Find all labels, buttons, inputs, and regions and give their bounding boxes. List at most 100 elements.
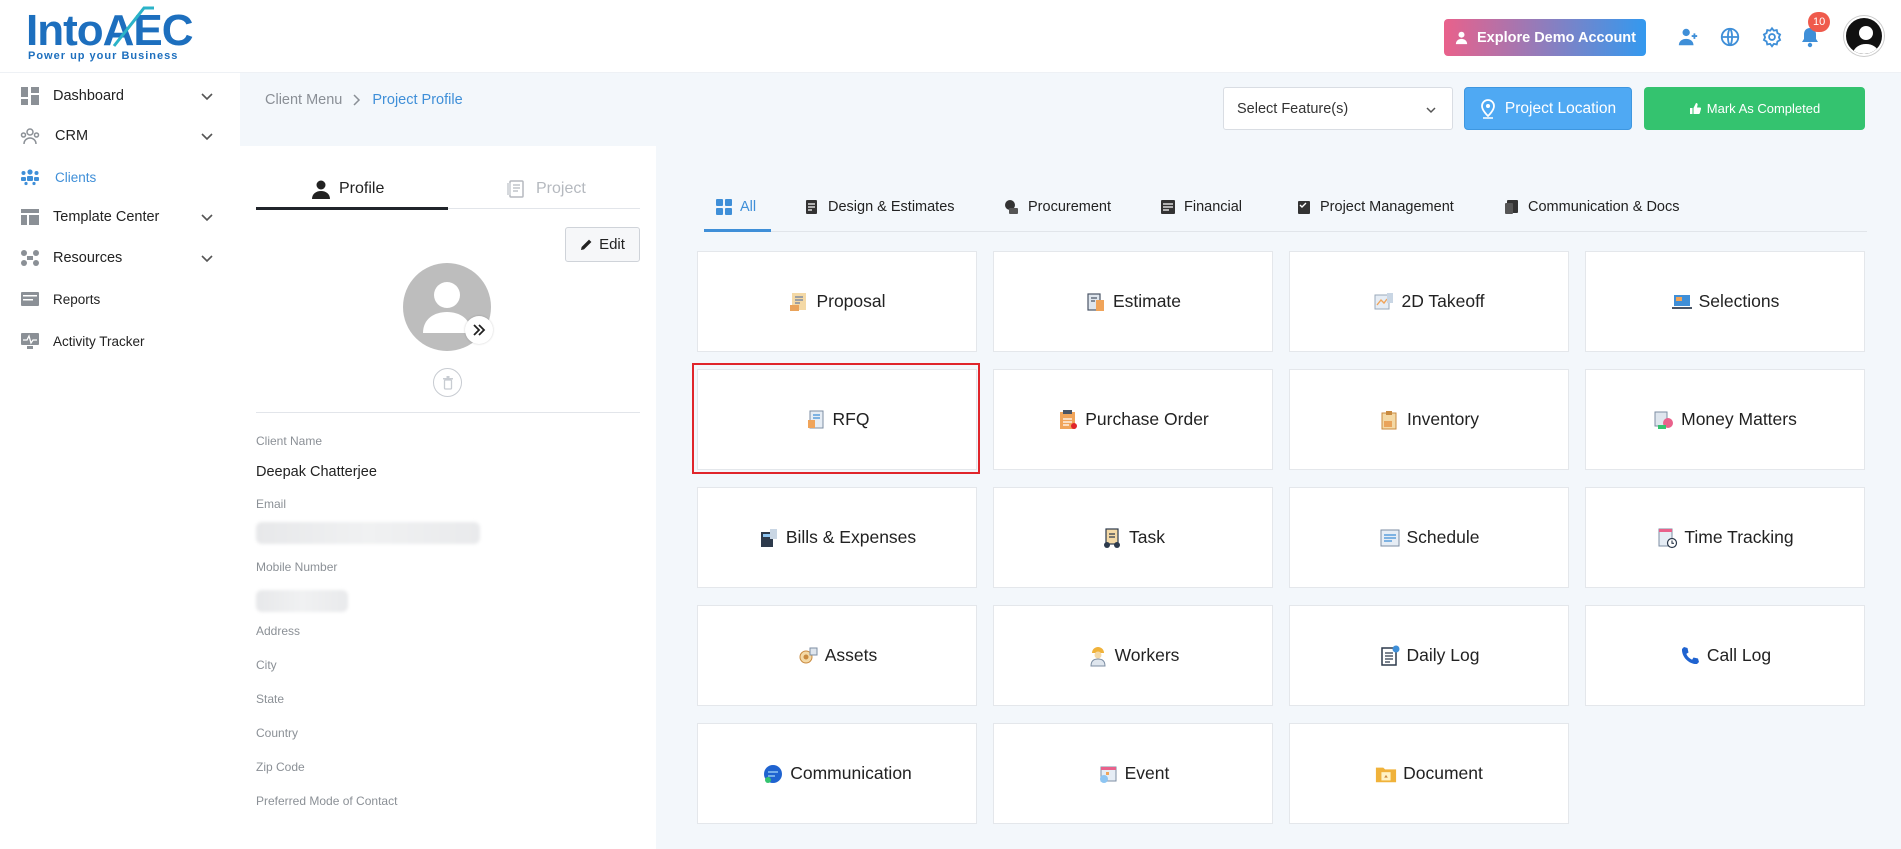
card-label: Schedule — [1406, 527, 1480, 547]
sidebar-item-reports[interactable]: Reports — [0, 279, 240, 319]
tab-label: All — [740, 199, 757, 215]
tab-procurement[interactable]: Procurement — [1004, 186, 1111, 228]
explore-demo-button[interactable]: Explore Demo Account — [1444, 19, 1646, 56]
task-icon — [1101, 527, 1123, 549]
grid-icon — [716, 199, 732, 215]
rfq-icon — [805, 409, 827, 431]
folder-icon — [1375, 763, 1397, 785]
globe-icon[interactable] — [1717, 24, 1743, 50]
estimate-icon — [1085, 291, 1107, 313]
card-bills-expenses[interactable]: Bills & Expenses — [697, 487, 977, 588]
design-icon — [806, 200, 817, 214]
logo-text: Into — [26, 6, 104, 55]
chevron-down-icon — [1426, 107, 1436, 114]
card-purchase-order[interactable]: Purchase Order — [993, 369, 1273, 470]
bills-expenses-icon — [758, 527, 780, 549]
tab-profile[interactable]: Profile — [312, 170, 384, 208]
sidebar-item-label: Resources — [53, 250, 123, 266]
select-feature-dropdown[interactable]: Select Feature(s) — [1223, 87, 1453, 130]
card-event[interactable]: Event — [993, 723, 1273, 824]
workers-icon — [1087, 645, 1109, 667]
communication-icon — [762, 763, 784, 785]
logo-tagline: Power up your Business — [28, 50, 179, 62]
card-label: Proposal — [816, 291, 886, 311]
sidebar-item-resources[interactable]: Resources — [0, 238, 240, 278]
edit-button[interactable]: Edit — [565, 227, 640, 262]
financial-icon — [1161, 200, 1175, 214]
tab-project[interactable]: Project — [507, 170, 586, 208]
sidebar-item-clients[interactable]: Clients — [0, 157, 240, 197]
zip-code-label: Zip Code — [256, 760, 305, 774]
proposal-icon — [788, 291, 810, 313]
card-label: Selections — [1698, 291, 1780, 311]
card-inventory[interactable]: Inventory — [1289, 369, 1569, 470]
tab-design-estimates[interactable]: Design & Estimates — [804, 186, 955, 228]
schedule-icon — [1379, 527, 1401, 549]
card-communication[interactable]: Communication — [697, 723, 977, 824]
sidebar-item-label: Dashboard — [53, 88, 124, 104]
country-label: Country — [256, 726, 299, 740]
card-2d-takeoff[interactable]: 2D Takeoff — [1289, 251, 1569, 352]
sidebar-item-activity-tracker[interactable]: Activity Tracker — [0, 321, 240, 361]
user-avatar[interactable] — [1844, 16, 1884, 56]
purchase-order-icon — [1057, 409, 1079, 431]
card-selections[interactable]: Selections — [1585, 251, 1865, 352]
card-daily-log[interactable]: Daily Log — [1289, 605, 1569, 706]
card-call-log[interactable]: Call Log — [1585, 605, 1865, 706]
tab-project-label: Project — [536, 180, 586, 197]
tab-label: Project Management — [1320, 199, 1454, 215]
card-assets[interactable]: Assets — [697, 605, 977, 706]
communication-docs-icon — [1505, 200, 1518, 214]
card-rfq[interactable]: RFQ — [697, 369, 977, 470]
tab-label: Communication & Docs — [1528, 199, 1680, 215]
breadcrumb-project-profile: Project Profile — [372, 92, 463, 108]
assets-icon — [797, 645, 819, 667]
add-user-icon[interactable] — [1675, 24, 1701, 50]
tab-communication-docs[interactable]: Communication & Docs — [1504, 186, 1680, 228]
delete-avatar-icon[interactable] — [433, 368, 462, 397]
breadcrumb-client-menu[interactable]: Client Menu — [265, 92, 342, 108]
tab-label: Procurement — [1028, 199, 1112, 215]
card-label: Estimate — [1112, 291, 1182, 311]
chevron-down-icon — [201, 255, 213, 263]
card-schedule[interactable]: Schedule — [1289, 487, 1569, 588]
tab-all[interactable]: All — [716, 186, 756, 228]
sidebar-item-label: CRM — [55, 128, 89, 144]
tab-financial[interactable]: Financial — [1160, 186, 1242, 228]
phone-icon — [1679, 645, 1701, 667]
tab-active-indicator — [704, 229, 771, 232]
gear-icon[interactable] — [1759, 24, 1785, 50]
chevron-down-icon — [201, 133, 213, 141]
mark-as-completed-button[interactable]: Mark As Completed — [1644, 87, 1865, 130]
chevron-right-icon — [353, 94, 361, 106]
card-label: Bills & Expenses — [785, 527, 917, 547]
template-icon — [20, 207, 40, 227]
card-estimate[interactable]: Estimate — [993, 251, 1273, 352]
mobile-value-redacted — [256, 590, 348, 612]
mobile-number-label: Mobile Number — [256, 560, 338, 574]
sidebar-item-template-center[interactable]: Template Center — [0, 197, 240, 237]
card-label: RFQ — [832, 409, 870, 429]
card-label: Daily Log — [1406, 645, 1480, 665]
change-avatar-icon[interactable] — [465, 316, 493, 344]
card-money-matters[interactable]: Money Matters — [1585, 369, 1865, 470]
card-document[interactable]: Document — [1289, 723, 1569, 824]
card-label: Event — [1124, 763, 1170, 783]
card-proposal[interactable]: Proposal — [697, 251, 977, 352]
tab-project-management[interactable]: Project Management — [1296, 186, 1454, 228]
user-icon — [1455, 31, 1468, 45]
sidebar-item-crm[interactable]: CRM — [0, 116, 240, 156]
project-location-button[interactable]: Project Location — [1464, 87, 1632, 130]
intoaec-logo[interactable]: IntoAEC Power up your Business — [26, 6, 194, 64]
chevron-down-icon — [201, 93, 213, 101]
state-label: State — [256, 692, 285, 706]
sidebar: Dashboard CRM Clients Template Center Re… — [0, 73, 240, 849]
inventory-icon — [1379, 409, 1401, 431]
card-time-tracking[interactable]: Time Tracking — [1585, 487, 1865, 588]
tab-label: Financial — [1184, 199, 1243, 215]
tab-active-indicator — [256, 207, 448, 210]
money-matters-icon — [1653, 409, 1675, 431]
card-task[interactable]: Task — [993, 487, 1273, 588]
sidebar-item-dashboard[interactable]: Dashboard — [0, 76, 240, 116]
card-workers[interactable]: Workers — [993, 605, 1273, 706]
